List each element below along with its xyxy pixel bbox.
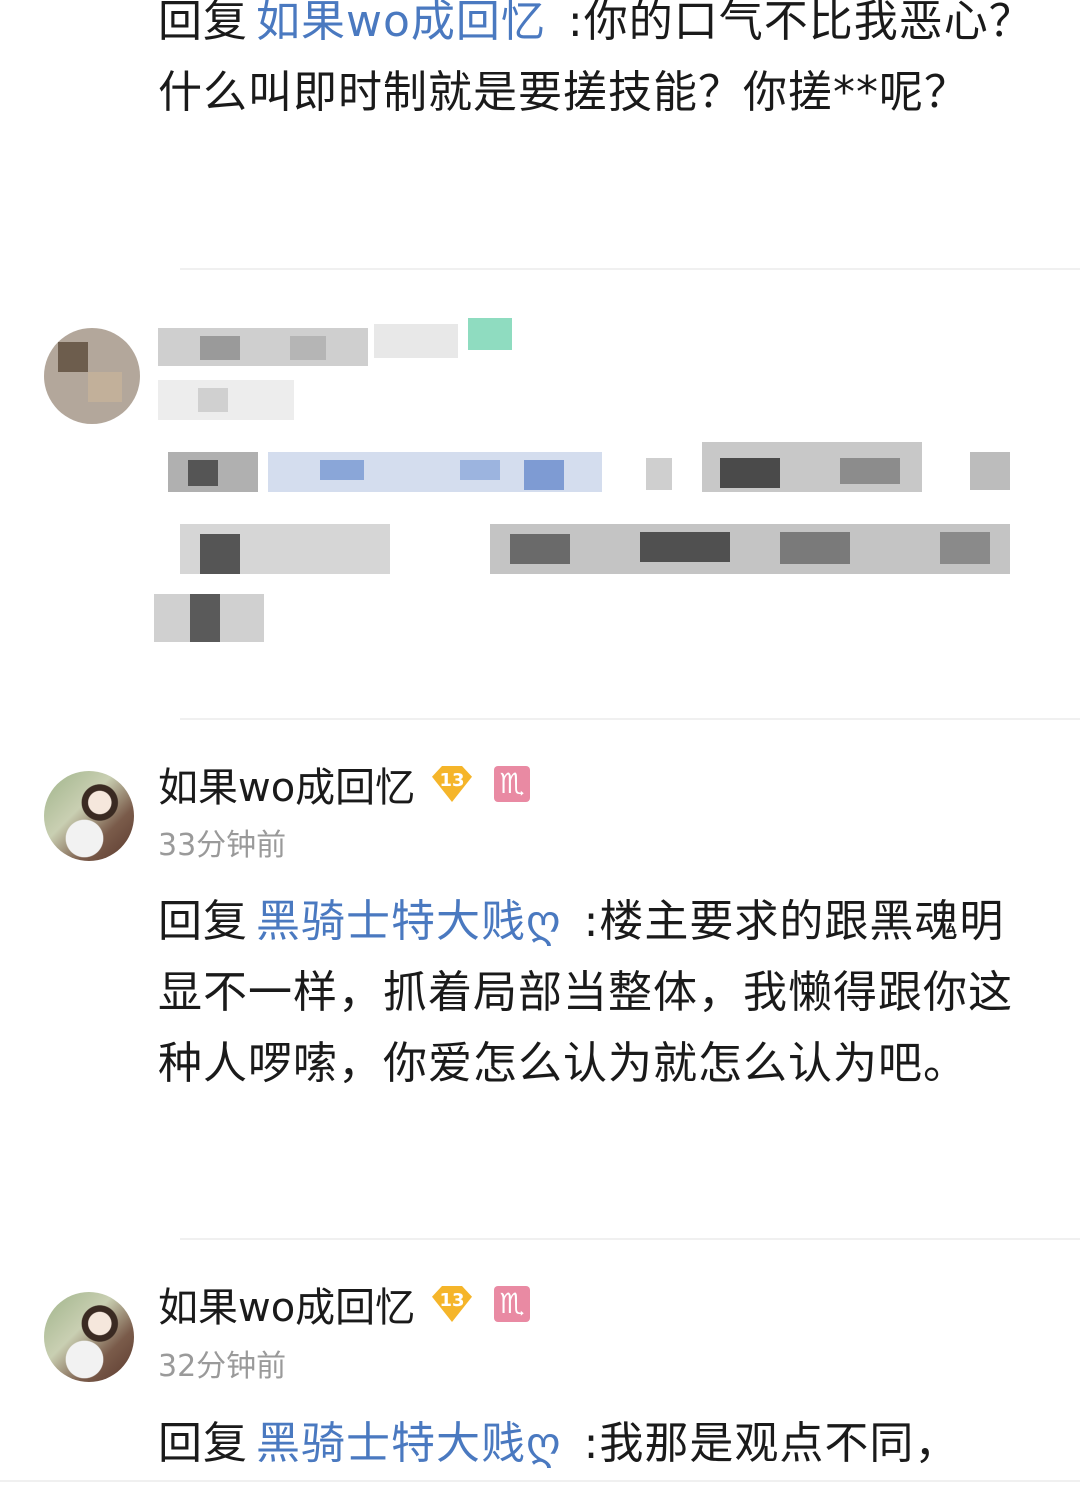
timestamp: 32分钟前 xyxy=(158,1349,287,1384)
reply-to-link[interactable]: 如果wo成回忆 xyxy=(256,0,546,47)
reply-to-link[interactable]: 黑骑士特大贱ღ xyxy=(256,1418,562,1469)
reply-text-4: 回复 黑骑士特大贱ღ :我那是观点不同， xyxy=(158,1408,1038,1479)
timestamp: 33分钟前 xyxy=(158,828,287,863)
username[interactable]: 如果wo成回忆 xyxy=(158,1284,415,1332)
bottom-divider xyxy=(0,1480,1080,1482)
reply-prefix: 回复 xyxy=(158,0,248,47)
scorpio-icon: ♏ xyxy=(494,1286,530,1322)
reply-prefix: 回复 xyxy=(158,896,248,947)
level-badge: 13 xyxy=(432,1286,472,1322)
comment-divider xyxy=(180,1238,1080,1240)
level-badge: 13 xyxy=(432,766,472,802)
user-avatar[interactable] xyxy=(44,1292,134,1382)
scorpio-icon: ♏ xyxy=(494,766,530,802)
comment-divider xyxy=(180,268,1080,270)
reply-text-1: 回复 如果wo成回忆:你的口气不比我恶心？什么叫即时制就是要搓技能？你搓**呢？ xyxy=(158,0,1038,128)
censored-comment xyxy=(40,318,1040,658)
reply-prefix: 回复 xyxy=(158,1418,248,1469)
comment-divider xyxy=(180,718,1080,720)
user-avatar[interactable] xyxy=(44,771,134,861)
username[interactable]: 如果wo成回忆 xyxy=(158,764,415,812)
reply-to-link[interactable]: 黑骑士特大贱ღ xyxy=(256,896,562,947)
comment-body: :我那是观点不同， xyxy=(583,1418,960,1469)
reply-text-3: 回复 黑骑士特大贱ღ:楼主要求的跟黑魂明显不一样，抓着局部当整体，我懒得跟你这种人… xyxy=(158,886,1038,1099)
